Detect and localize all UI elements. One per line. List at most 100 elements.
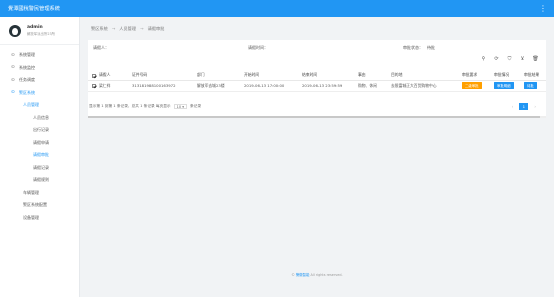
row-checkbox[interactable] [92,84,96,88]
caret-down-icon: ▾ [182,104,184,109]
pagination-suffix: 条记录 [189,104,202,108]
scrollbar-thumb[interactable] [88,116,540,118]
user-name: admin [27,24,43,30]
horizontal-scrollbar[interactable] [88,116,546,118]
breadcrumb-item: 请假审批 [147,25,165,31]
table-header-row: 请假人 证件号码 部门 开始时间 结束时间 事由 目的地 审批要求 审批情况 审… [88,71,546,81]
sidebar-item-label: 警区系统 [19,89,35,95]
approval-level-button[interactable]: 二级审批 [462,82,482,89]
cell-status: 审批明细 [494,80,524,92]
dot-icon: ⊙ [11,65,15,71]
cell-person: 梁仁祥 [99,80,132,92]
sidebar-item-personnel-info[interactable]: 人员信息 [0,112,79,125]
page-size-value: 10 [176,104,182,109]
cell-id-number: 313181988100163972 [132,80,197,92]
prev-page-button[interactable]: ‹ [512,104,514,109]
sidebar-item-label: 设备管理 [23,214,39,220]
sidebar-item-system-monitor[interactable]: ⊙ 系统监控 [0,62,79,75]
next-page-button[interactable]: › [534,104,536,109]
filter-time[interactable]: 请假时间： [248,45,403,51]
sidebar-item-label: 任务调度 [19,77,35,83]
sidebar-item-label: 请假申请 [33,139,49,145]
search-icon[interactable]: ⚲ [480,56,487,62]
page-number-button[interactable]: 1 [519,103,529,110]
app-title: 覺潭國稅警民管理系統 [8,6,60,12]
sidebar-item-leave-records[interactable]: 请假记录 [0,162,79,175]
footer: © 警徽智能 All rights reserved. [80,272,554,277]
col-result[interactable]: 审批结果 [524,71,546,81]
breadcrumb-separator: → [140,26,144,31]
sidebar-item-vehicles[interactable]: 车辆管理 [0,187,79,200]
sidebar-item-devices[interactable]: 设备管理 [0,212,79,225]
sidebar-item-travel-records[interactable]: 出行记录 [0,124,79,137]
user-panel: admin 解放军派出所23所 [0,17,79,45]
sidebar-item-leave-rules[interactable]: 请假规则 [0,174,79,187]
sidebar: admin 解放军派出所23所 ⊙ 系统管理 ⊙ 系统监控 ⊙ 任务调度 ⊙ 警区系统 … [0,17,80,297]
col-department[interactable]: 部门 [197,71,244,81]
approval-detail-button[interactable]: 审批明细 [494,82,514,89]
dot-icon: ⊙ [11,90,15,96]
footer-brand-link[interactable]: 警徽智能 [296,273,310,277]
filter-person-label: 请假人： [93,44,109,50]
dot-icon: ⊙ [11,52,15,58]
sidebar-item-leave-approval[interactable]: 请假审批 [0,149,79,162]
col-requirement[interactable]: 审批要求 [462,71,494,81]
col-destination[interactable]: 目的地 [391,71,462,81]
leave-table: 请假人 证件号码 部门 开始时间 结束时间 事由 目的地 审批要求 审批情况 审… [88,71,546,92]
col-reason[interactable]: 事由 [358,71,391,81]
page-size-select[interactable]: 10 ▾ [173,104,187,109]
sidebar-item-leave-request[interactable]: 请假申请 [0,137,79,150]
sidebar-item-label: 警区系统配置 [23,202,47,208]
user-org: 解放军派出所23所 [27,32,56,37]
sidebar-item-label: 人员信息 [33,114,49,120]
cell-reason: 购物、休闲 [358,80,391,92]
sidebar-item-label: 请假规则 [33,177,49,183]
select-all-cell [88,71,99,81]
filter-status-select[interactable]: 待批 [427,45,435,51]
more-vertical-icon[interactable]: ⋮ [539,4,547,13]
col-status[interactable]: 审批情况 [494,71,524,81]
breadcrumb-separator: → [111,26,116,31]
breadcrumb-item[interactable]: 警区系统 [91,26,108,32]
select-all-checkbox[interactable] [92,73,96,78]
sidebar-item-label: 系统监控 [19,64,35,70]
filter-bar: 请假人： 请假时间： 审批状态： 待批 [88,40,546,55]
col-person[interactable]: 请假人 [99,71,132,81]
filter-time-label: 请假时间： [248,44,268,50]
cell-destination: 去限富城正大百货购物中心 [391,80,462,92]
footer-rights: All rights reserved. [310,273,343,277]
filter-clear-icon[interactable]: ⊻ [519,56,526,62]
sidebar-item-system-management[interactable]: ⊙ 系统管理 [0,49,79,62]
sidebar-item-label: 出行记录 [33,127,49,133]
sidebar-item-label: 人员管理 [23,102,39,108]
cell-result: 待批 [524,80,546,92]
table-row[interactable]: 梁仁祥 313181988100163972 解放军去城23楼 2019-06-… [88,80,546,92]
refresh-icon[interactable]: ⟳ [493,56,500,62]
sidebar-item-label: 车辆管理 [23,189,39,195]
delete-icon[interactable]: 🗑 [532,56,539,62]
cell-requirement: 二级审批 [462,80,494,92]
col-start[interactable]: 开始时间 [244,71,302,81]
sidebar-item-task-schedule[interactable]: ⊙ 任务调度 [0,74,79,87]
sidebar-item-police-config[interactable]: 警区系统配置 [0,199,79,212]
col-id-number[interactable]: 证件号码 [132,71,197,81]
sidebar-nav: ⊙ 系统管理 ⊙ 系统监控 ⊙ 任务调度 ⊙ 警区系统 人员管理 人员信息 出行记录 请… [0,45,79,224]
breadcrumb-item[interactable]: 人员管理 [119,26,136,32]
sidebar-item-police-system[interactable]: ⊙ 警区系统 [0,87,79,100]
filter-person[interactable]: 请假人： [93,45,248,51]
cell-start: 2019-06-13 17:00:00 [244,80,302,92]
toolbar: ⚲ ⟳ ⛉ ⊻ 🗑 [480,56,539,62]
approval-result-button[interactable]: 待批 [524,82,537,89]
col-end[interactable]: 结束时间 [302,71,358,81]
cell-department: 解放军去城23楼 [197,80,244,92]
pagination-summary: 显示第 1 到第 1 条记录，总共 1 条记录 每页显示 [89,104,171,108]
sidebar-item-label: 系统管理 [19,52,35,58]
cell-end: 2019-06-13 23:59:59 [302,80,358,92]
filter-status-label: 审批状态： [403,44,423,50]
filter-status[interactable]: 审批状态： 待批 [403,45,435,51]
sidebar-item-personnel[interactable]: 人员管理 [0,99,79,112]
dot-icon: ⊙ [11,77,15,83]
sidebar-item-label: 请假记录 [33,164,49,170]
shield-icon[interactable]: ⛉ [506,56,513,62]
copyright-symbol: © [291,273,295,277]
